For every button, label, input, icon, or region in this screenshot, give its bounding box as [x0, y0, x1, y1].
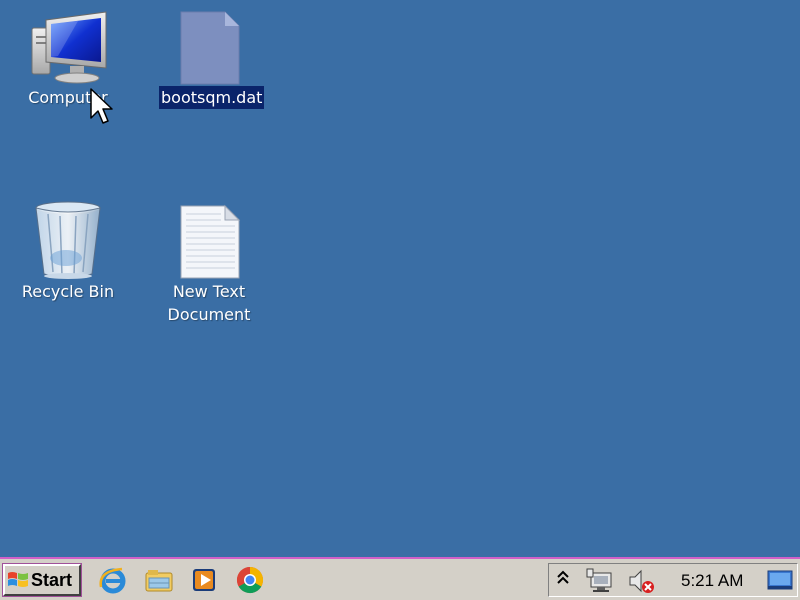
desktop-icon-label: bootsqm.dat: [159, 86, 265, 109]
computer-icon: [31, 11, 107, 84]
system-tray: 5:21 AM: [548, 563, 798, 597]
desktop-icon-computer[interactable]: Computer: [18, 6, 118, 109]
desktop-icon-label: Computer: [28, 88, 108, 107]
windows-logo-icon: [8, 572, 28, 587]
show-desktop-icon[interactable]: [767, 570, 793, 592]
show-hidden-icons-chevron-icon[interactable]: [555, 568, 571, 592]
desktop-icon-label: Recycle Bin: [21, 282, 115, 301]
volume-muted-icon[interactable]: [627, 567, 657, 595]
media-player-icon[interactable]: [189, 565, 219, 595]
chrome-icon[interactable]: [235, 565, 265, 595]
recycle-bin-icon: [35, 201, 101, 279]
text-document-icon: [180, 204, 241, 279]
windows-explorer-icon[interactable]: [144, 565, 174, 595]
desktop-icon-new-text-document[interactable]: New Text Document: [159, 200, 259, 326]
start-label: Start: [31, 569, 73, 590]
start-button[interactable]: Start: [2, 563, 82, 597]
internet-explorer-icon[interactable]: [98, 565, 128, 595]
desktop-icon-label: New Text Document: [167, 282, 251, 324]
clock[interactable]: 5:21 AM: [681, 571, 743, 591]
generic-file-icon: [180, 11, 240, 85]
taskbar: Start 5:21 AM: [0, 557, 800, 600]
network-icon[interactable]: [585, 567, 615, 595]
desktop[interactable]: Computer bootsqm.dat Recycle Bin New Tex…: [0, 0, 800, 557]
desktop-icon-recycle-bin[interactable]: Recycle Bin: [18, 200, 118, 303]
desktop-icon-bootsqm[interactable]: bootsqm.dat: [159, 6, 265, 109]
